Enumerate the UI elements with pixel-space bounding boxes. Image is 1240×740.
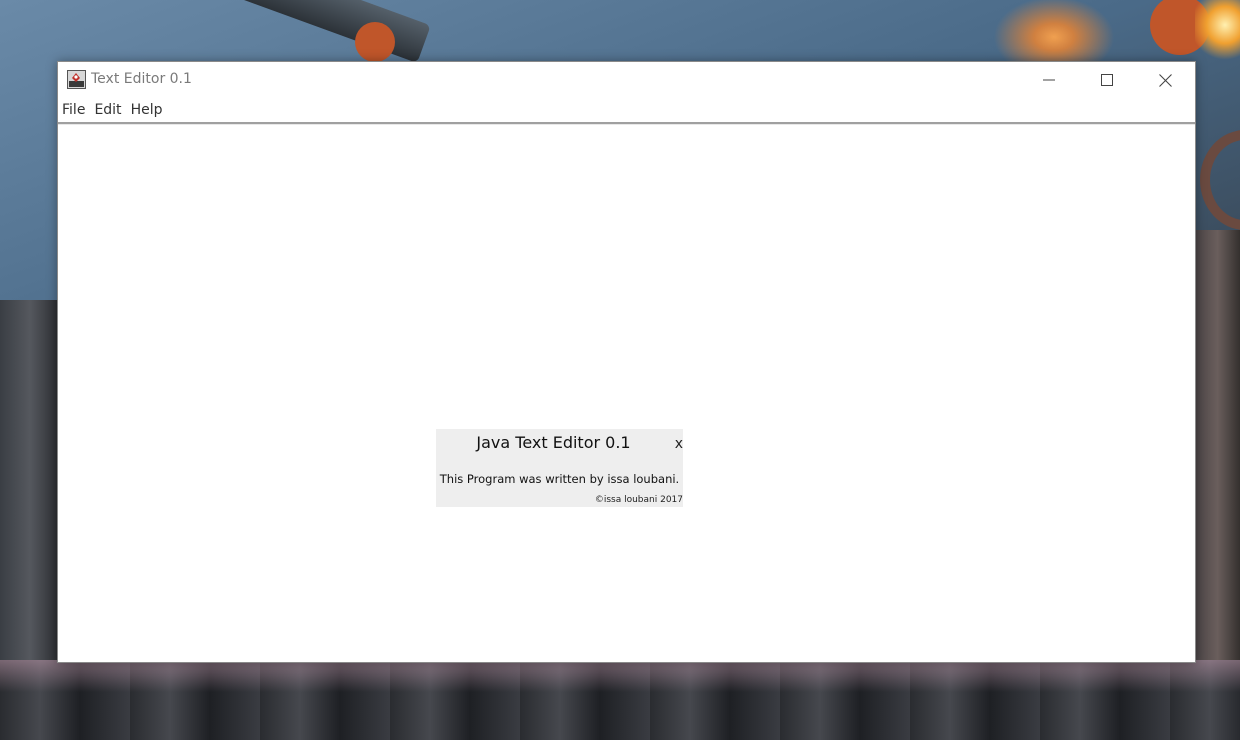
wallpaper-machinery-bottom [0,660,1240,740]
maximize-button[interactable] [1078,62,1136,98]
close-button[interactable] [1136,62,1194,98]
menu-file[interactable]: File [62,102,90,118]
menu-bar: File Edit Help [58,98,1195,124]
title-bar[interactable]: Text Editor 0.1 [58,62,1195,98]
menu-edit[interactable]: Edit [94,102,126,118]
about-title: Java Text Editor 0.1 [476,433,631,452]
wallpaper-ring-right [1200,130,1240,230]
text-editor-window: Text Editor 0.1 File Edit Help Java Text… [57,61,1196,663]
close-icon [1158,73,1172,87]
maximize-icon [1101,74,1113,86]
about-body-text: This Program was written by issa loubani… [439,472,680,486]
text-editor-area[interactable] [58,125,1195,662]
wallpaper-ring [355,22,395,62]
wallpaper-pipe [229,0,431,63]
desktop-wallpaper: Text Editor 0.1 File Edit Help Java Text… [0,0,1240,740]
wallpaper-flare [1195,0,1240,60]
wallpaper-machine-right [1195,230,1240,680]
window-title: Text Editor 0.1 [91,71,192,87]
minimize-button[interactable] [1020,62,1078,98]
about-dialog: Java Text Editor 0.1 x This Program was … [436,429,683,507]
wallpaper-machine-left [0,300,60,660]
menu-help[interactable]: Help [131,102,168,118]
minimize-icon [1043,74,1055,86]
about-copyright: ©issa loubani 2017 [594,495,683,505]
about-close-button[interactable]: x [675,436,683,452]
java-app-icon [67,70,86,89]
